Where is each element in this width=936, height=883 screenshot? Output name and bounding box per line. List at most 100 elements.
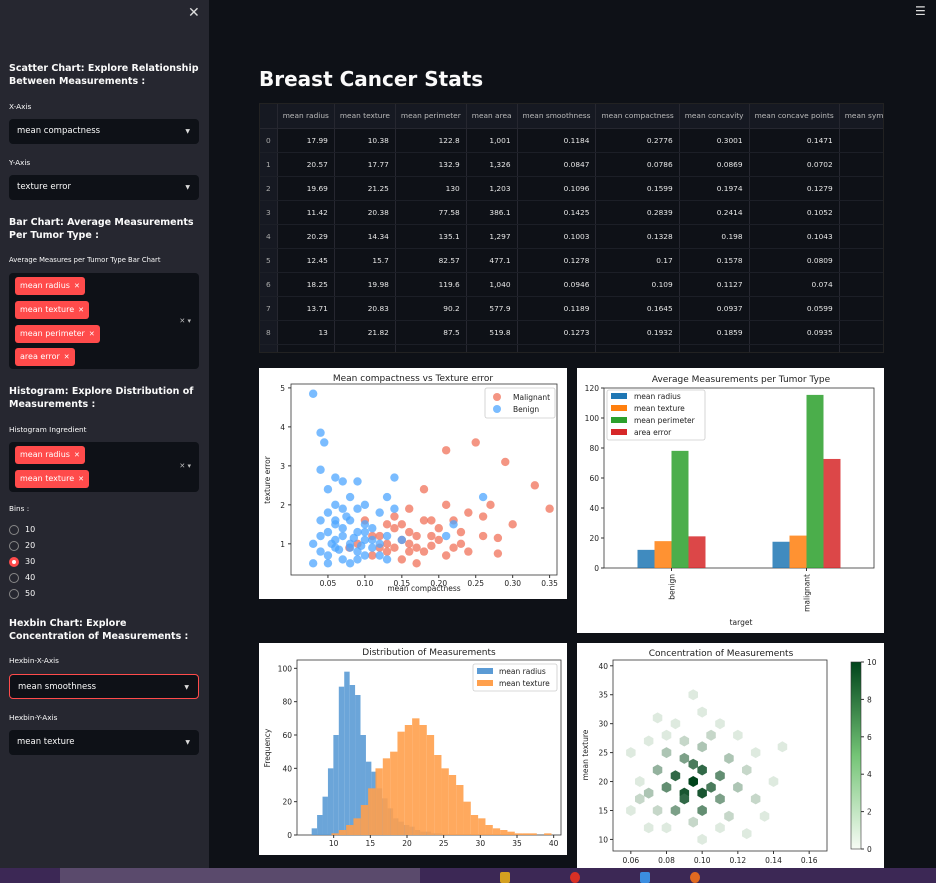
tag-mean-texture[interactable]: mean texture ✕ — [15, 470, 89, 488]
y-axis-label: texture error — [263, 455, 272, 504]
data-point — [356, 541, 366, 550]
hexbin-x-select[interactable]: mean smoothness ▼ — [9, 674, 199, 699]
x-tick-label: 40 — [549, 839, 559, 848]
bins-radio-20[interactable]: 20 — [9, 540, 35, 552]
table-row[interactable]: 912.4624.0483.97475.90.11860.23960.22730… — [260, 344, 883, 352]
row-index: 9 — [260, 344, 278, 352]
histogram-bar — [463, 801, 471, 835]
clear-and-dropdown-icon[interactable]: ✕ ▾ — [179, 462, 191, 470]
bar-measures-multiselect[interactable]: mean radius ✕ mean texture ✕ mean perimete… — [9, 273, 199, 369]
bar — [688, 536, 706, 568]
table-cell: 0 — [839, 344, 883, 352]
column-header[interactable]: mean texture — [334, 104, 396, 129]
column-header[interactable]: mean smoothness — [517, 104, 597, 129]
column-header[interactable]: mean compactness — [595, 104, 680, 129]
taskbar-app-icon[interactable] — [690, 872, 700, 883]
remove-icon[interactable]: ✕ — [74, 282, 80, 290]
histogram-bar — [434, 755, 442, 835]
taskbar-window[interactable] — [60, 868, 420, 883]
hexbin-y-select[interactable]: mean texture ▼ — [9, 730, 199, 755]
y-axis-select[interactable]: texture error ▼ — [9, 175, 199, 200]
hexbin-cell — [688, 776, 698, 787]
column-header[interactable] — [260, 104, 278, 129]
data-point — [464, 508, 473, 517]
tag-mean-radius[interactable]: mean radius ✕ — [15, 277, 85, 295]
histogram-bar — [322, 796, 328, 835]
table-cell: 15.7 — [334, 248, 396, 273]
histogram-bar — [500, 830, 508, 835]
hist-ingredient-multiselect[interactable]: mean radius ✕ mean texture ✕ ✕ ▾ — [9, 442, 199, 492]
data-point — [327, 539, 336, 549]
column-header[interactable]: mean area — [466, 104, 518, 129]
hexbin-cell — [679, 735, 690, 747]
close-sidebar-icon[interactable]: ✕ — [188, 5, 200, 21]
radio-label: 30 — [25, 557, 36, 566]
data-point — [316, 531, 325, 541]
remove-icon[interactable]: ✕ — [78, 306, 84, 314]
bins-radio-40[interactable]: 40 — [9, 572, 35, 584]
tag-area-error[interactable]: area error ✕ — [15, 348, 75, 366]
table-row[interactable]: 4 20.29 14.34 135.1 1,297 0.1003 0.1328 0.198 0.… — [260, 224, 883, 249]
data-point — [441, 531, 451, 541]
chevron-down-icon: ▼ — [184, 684, 189, 691]
bins-radio-10[interactable]: 10 — [9, 524, 35, 536]
x-tick-label: 30 — [476, 839, 486, 848]
x-tick-label: 0.14 — [765, 856, 782, 865]
bins-radio-50[interactable]: 50 — [9, 588, 35, 600]
histogram-bar — [397, 731, 405, 835]
row-index: 1 — [260, 152, 278, 177]
remove-icon[interactable]: ✕ — [74, 451, 80, 459]
y-tick-label: 25 — [598, 749, 608, 758]
bins-radio-30[interactable]: 30 — [9, 556, 35, 568]
table-cell: 0.0702 — [749, 152, 840, 177]
data-point — [382, 531, 392, 541]
table-cell: 0.1186 — [517, 344, 597, 352]
taskbar-app-icon[interactable] — [500, 872, 510, 883]
y-tick-label: 40 — [598, 662, 608, 671]
table-row[interactable]: 0 17.99 10.38 122.8 1,001 0.1184 0.2776 0.3001 0… — [260, 128, 883, 153]
tag-mean-texture[interactable]: mean texture ✕ — [15, 301, 89, 319]
table-cell: 0.1471 — [749, 128, 840, 153]
column-header[interactable]: mean concavity — [679, 104, 750, 129]
data-point — [501, 457, 510, 467]
column-header[interactable]: mean symm — [839, 104, 883, 129]
y-tick-label: 5 — [280, 384, 285, 393]
column-header[interactable]: mean perimeter — [395, 104, 467, 129]
data-point — [323, 551, 333, 560]
table-row[interactable]: 5 12.45 15.7 82.57 477.1 0.1278 0.17 0.1578 0.08… — [260, 248, 883, 273]
table-row[interactable]: 2 19.69 21.25 130 1,203 0.1096 0.1599 0.1974 0.1… — [260, 176, 883, 201]
column-header[interactable]: mean radius — [277, 104, 335, 129]
hexbin-cell — [697, 706, 707, 718]
hexbin-cell — [697, 833, 707, 845]
remove-icon[interactable]: ✕ — [64, 353, 70, 361]
table-cell: 130 — [395, 176, 467, 201]
remove-icon[interactable]: ✕ — [89, 330, 95, 338]
taskbar-browser-icon[interactable] — [570, 872, 580, 883]
data-point — [441, 551, 451, 560]
histogram-bar — [355, 695, 361, 835]
hexbin-cell — [742, 828, 752, 840]
table-row[interactable]: 6 18.25 19.98 119.6 1,040 0.0946 0.109 0.1127 0.… — [260, 272, 883, 297]
table-row[interactable]: 7 13.71 20.83 90.2 577.9 0.1189 0.1645 0.0937 0.… — [260, 296, 883, 321]
x-axis-select[interactable]: mean compactness ▼ — [9, 119, 199, 144]
data-point — [353, 555, 362, 564]
remove-icon[interactable]: ✕ — [78, 475, 84, 483]
table-row[interactable]: 8 13 21.82 87.5 519.8 0.1273 0.1932 0.1859 0.093… — [260, 320, 883, 345]
y-tick-label: 30 — [598, 720, 608, 729]
hexbin-cell — [697, 741, 707, 753]
tag-mean-perimeter[interactable]: mean perimeter ✕ — [15, 325, 100, 343]
column-header[interactable]: mean concave points — [749, 104, 840, 129]
taskbar-app-icon[interactable] — [640, 872, 650, 883]
tag-mean-radius[interactable]: mean radius ✕ — [15, 446, 85, 464]
hexbin-cell — [652, 764, 663, 776]
clear-and-dropdown-icon[interactable]: ✕ ▾ — [179, 317, 191, 325]
hamburger-menu-icon[interactable]: ☰ — [915, 4, 926, 18]
radio-circle — [9, 524, 19, 535]
legend-swatch — [611, 429, 627, 435]
data-table[interactable]: mean radius mean texture mean perimeter mea… — [259, 103, 884, 353]
table-row[interactable]: 3 11.42 20.38 77.58 386.1 0.1425 0.2839 0.2414 0… — [260, 200, 883, 225]
x-tick-label: 0.05 — [320, 579, 337, 588]
data-point — [338, 504, 347, 513]
table-row[interactable]: 1 20.57 17.77 132.9 1,326 0.0847 0.0786 0.0869 0… — [260, 152, 883, 177]
histogram-panel: Distribution of Measurements 10 15 20 25 30 35… — [259, 643, 567, 855]
